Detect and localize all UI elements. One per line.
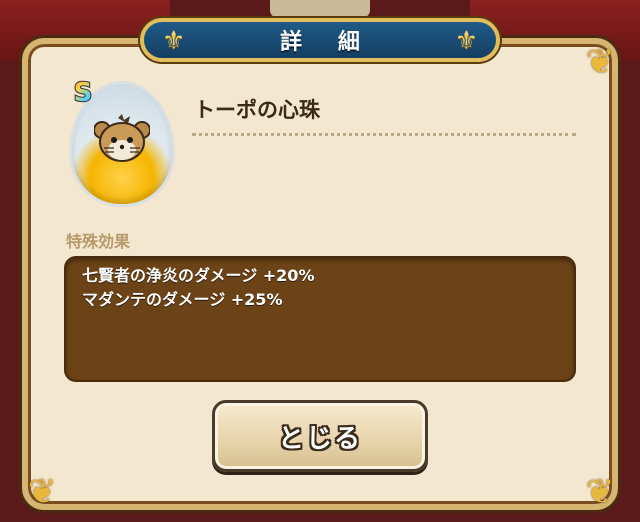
corner-ornament-icon: ❦ [585, 472, 615, 512]
close-button-label: とじる [277, 423, 362, 454]
fleur-de-lis-icon: ⚜ [162, 26, 186, 56]
fleur-de-lis-icon: ⚜ [454, 26, 478, 56]
close-button[interactable]: とじる [212, 400, 428, 472]
effect-line: マダンテのダメージ +25% [82, 290, 283, 309]
effect-description-box: 七賢者の浄炎のダメージ +20% マダンテのダメージ +25% [64, 256, 576, 382]
mouse-face-icon [94, 114, 150, 162]
name-divider [192, 133, 576, 136]
effect-label: 特殊効果 [66, 232, 131, 251]
item-name: トーポの心珠 [194, 98, 320, 122]
dialog-title-banner: ⚜ 詳 細 ⚜ [140, 18, 500, 62]
corner-ornament-icon: ❦ [585, 42, 615, 82]
dialog-title: 詳 細 [280, 30, 374, 55]
rank-badge: S [68, 78, 98, 108]
effect-line: 七賢者の浄炎のダメージ +20% [82, 266, 315, 285]
corner-ornament-icon: ❦ [27, 472, 57, 512]
background-scenery-center [270, 0, 370, 18]
